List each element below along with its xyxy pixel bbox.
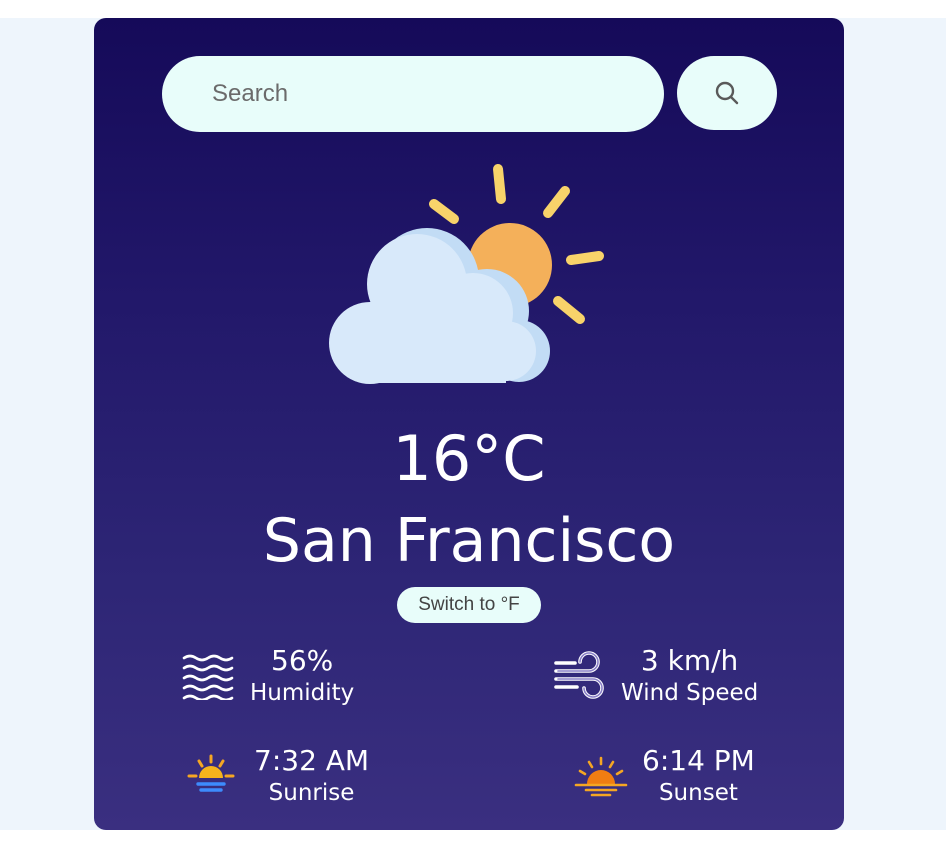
wind-label: Wind Speed (621, 680, 759, 706)
search-input[interactable] (162, 56, 664, 132)
partly-cloudy-icon (329, 164, 604, 384)
search-button[interactable] (677, 56, 777, 130)
sunset-value: 6:14 PM (642, 744, 755, 777)
sunrise-icon (187, 754, 235, 792)
temperature: 16°C (392, 422, 546, 495)
sunset-stat: 6:14 PM Sunset (574, 744, 755, 808)
humidity-value: 56% (271, 644, 334, 677)
city-name: San Francisco (262, 506, 676, 576)
sunrise-label: Sunrise (268, 780, 355, 806)
wind-icon (554, 651, 604, 699)
humidity-stat: 56% Humidity (182, 644, 354, 708)
sunrise-value: 7:32 AM (254, 744, 370, 777)
unit-toggle-button[interactable]: Switch to °F (397, 587, 541, 623)
wind-stat: 3 km/h Wind Speed (553, 644, 758, 708)
wind-value: 3 km/h (640, 644, 739, 677)
search-icon (715, 81, 739, 105)
sunset-icon (574, 756, 628, 797)
humidity-icon (182, 654, 234, 700)
humidity-label: Humidity (250, 680, 355, 706)
sunrise-stat: 7:32 AM Sunrise (186, 744, 369, 808)
weather-card: 16°C San Francisco Switch to °F 56% Humi… (94, 18, 844, 830)
sunset-label: Sunset (658, 780, 738, 806)
